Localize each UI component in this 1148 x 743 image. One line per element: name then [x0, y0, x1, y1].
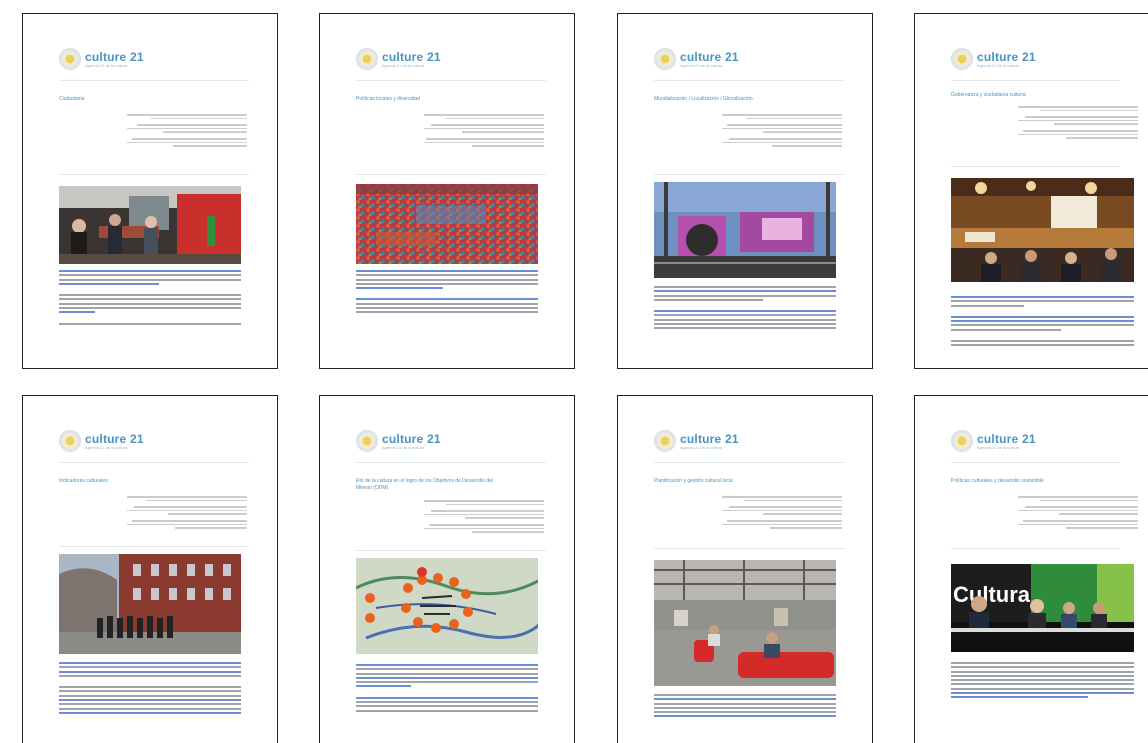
body-text	[59, 270, 241, 327]
divider	[951, 80, 1120, 81]
document-title: Rol de la cultura en el logro de los Obj…	[356, 478, 494, 491]
divider	[951, 548, 1120, 549]
intro-text	[127, 496, 247, 534]
logo-tagline: Agenda 21 de la cultura	[382, 62, 425, 68]
divider	[951, 166, 1120, 167]
document-thumbnail-8[interactable]: culture 21 Agenda 21 de la cultura Políti…	[914, 395, 1148, 743]
culture21-logo-icon	[654, 430, 676, 452]
divider	[654, 80, 844, 81]
logo-tagline: Agenda 21 de la cultura	[85, 62, 128, 68]
photo-panel-discussion-cultura-banner: Cultura	[951, 564, 1134, 652]
body-text	[951, 296, 1134, 349]
document-title: Ciudadanía	[59, 96, 85, 102]
document-thumbnail-1[interactable]: culture 21 Agenda 21 de la cultura Ciudad…	[22, 13, 278, 369]
document-title: Políticas locales y diversidad	[356, 96, 420, 102]
logo-tagline: Agenda 21 de la cultura	[85, 444, 128, 450]
divider	[356, 174, 546, 175]
divider	[654, 174, 844, 175]
logo-name: culture 21	[382, 49, 441, 64]
culture21-logo: culture 21 Agenda 21 de la cultura	[356, 428, 441, 454]
intro-text	[127, 114, 247, 152]
logo-name: culture 21	[85, 431, 144, 446]
logo-name: culture 21	[977, 49, 1036, 64]
divider	[59, 80, 249, 81]
culture21-logo: culture 21 Agenda 21 de la cultura	[654, 46, 739, 72]
culture21-logo-icon	[356, 430, 378, 452]
body-text	[356, 664, 538, 714]
culture21-logo-icon	[59, 430, 81, 452]
divider	[59, 174, 249, 175]
culture21-logo: culture 21 Agenda 21 de la cultura	[654, 428, 739, 454]
divider	[59, 462, 249, 463]
document-title: Planificación y gestión cultural local	[654, 478, 733, 484]
document-title: Mundialización / Localización / Glocaliz…	[654, 96, 753, 102]
logo-tagline: Agenda 21 de la cultura	[977, 444, 1020, 450]
photo-warehouse-red-seating	[654, 560, 836, 686]
divider	[654, 548, 844, 549]
logo-tagline: Agenda 21 de la cultura	[977, 62, 1020, 68]
logo-name: culture 21	[680, 431, 739, 446]
intro-text	[424, 114, 544, 152]
body-text	[654, 694, 836, 720]
logo-tagline: Agenda 21 de la cultura	[382, 444, 425, 450]
divider	[356, 80, 546, 81]
divider	[59, 546, 249, 547]
culture21-logo-icon	[356, 48, 378, 70]
logo-name: culture 21	[977, 431, 1036, 446]
photo-conference-room	[951, 178, 1134, 282]
photo-pink-stage-railway	[654, 182, 836, 278]
body-text	[59, 662, 241, 716]
body-text	[951, 662, 1134, 701]
photo-whiteboard-diagram	[356, 558, 538, 654]
logo-name: culture 21	[680, 49, 739, 64]
intro-text	[722, 496, 842, 534]
document-thumbnail-7[interactable]: culture 21 Agenda 21 de la cultura Planif…	[617, 395, 873, 743]
logo-tagline: Agenda 21 de la cultura	[680, 444, 723, 450]
intro-text	[1018, 106, 1138, 144]
divider	[654, 462, 844, 463]
document-title: Gobernanza y ciudadanía cultural	[951, 92, 1026, 98]
document-thumbnail-5[interactable]: culture 21 Agenda 21 de la cultura Indica…	[22, 395, 278, 743]
culture21-logo: culture 21 Agenda 21 de la cultura	[356, 46, 441, 72]
document-title: Indicadores culturales	[59, 478, 108, 484]
culture21-logo: culture 21 Agenda 21 de la cultura	[59, 46, 144, 72]
body-text	[654, 286, 836, 332]
photo-people-in-red-room	[59, 186, 241, 264]
culture21-logo: culture 21 Agenda 21 de la cultura	[951, 428, 1036, 454]
divider	[951, 462, 1120, 463]
intro-text	[1018, 496, 1138, 534]
document-thumbnail-6[interactable]: culture 21 Agenda 21 de la cultura Rol de…	[319, 395, 575, 743]
document-thumbnail-grid: culture 21 Agenda 21 de la cultura Ciudad…	[0, 0, 1148, 743]
culture21-logo: culture 21 Agenda 21 de la cultura	[59, 428, 144, 454]
divider	[356, 550, 546, 551]
document-thumbnail-2[interactable]: culture 21 Agenda 21 de la cultura Políti…	[319, 13, 575, 369]
logo-tagline: Agenda 21 de la cultura	[680, 62, 723, 68]
photo-group-brick-building	[59, 554, 241, 654]
logo-name: culture 21	[382, 431, 441, 446]
culture21-logo-icon	[951, 48, 973, 70]
divider	[356, 462, 546, 463]
photo-crowd-festival	[356, 184, 538, 264]
culture21-logo-icon	[654, 48, 676, 70]
culture21-logo-icon	[951, 430, 973, 452]
logo-name: culture 21	[85, 49, 144, 64]
culture21-logo: culture 21 Agenda 21 de la cultura	[951, 46, 1036, 72]
culture21-logo-icon	[59, 48, 81, 70]
banner-text: Cultura	[953, 582, 1031, 607]
document-title: Políticas culturales y desarrollo sosten…	[951, 478, 1044, 484]
document-thumbnail-4[interactable]: culture 21 Agenda 21 de la cultura Gobern…	[914, 13, 1148, 369]
intro-text	[722, 114, 842, 152]
document-thumbnail-3[interactable]: culture 21 Agenda 21 de la cultura Mundia…	[617, 13, 873, 369]
body-text	[356, 270, 538, 316]
intro-text	[424, 500, 544, 538]
